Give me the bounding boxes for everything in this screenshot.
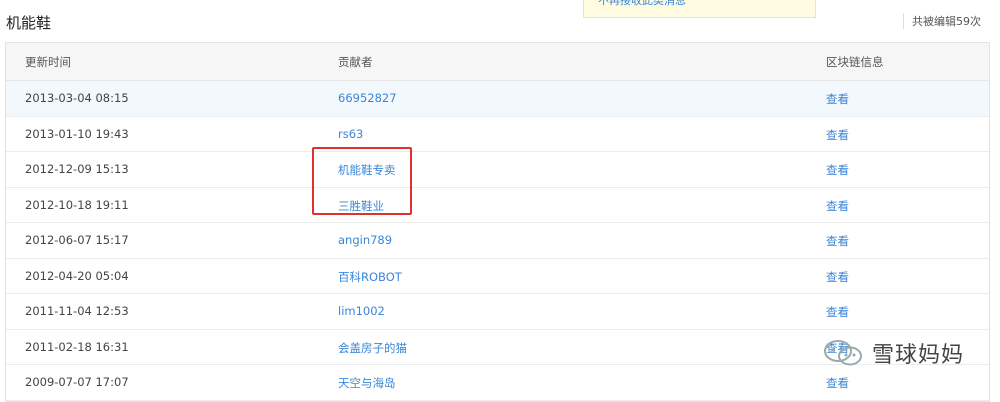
page-title: 机能鞋 <box>6 14 52 32</box>
wechat-icon <box>824 340 862 366</box>
view-blockchain-link[interactable]: 查看 <box>826 91 849 107</box>
contributor-link[interactable]: 天空与海岛 <box>338 375 396 391</box>
view-blockchain-link[interactable]: 查看 <box>826 162 849 178</box>
contributor-link[interactable]: angin789 <box>338 233 392 247</box>
view-blockchain-link[interactable]: 查看 <box>826 269 849 285</box>
edit-count: 共被编辑59次 <box>903 13 981 29</box>
update-time: 2012-10-18 19:11 <box>25 197 129 212</box>
contributor-link[interactable]: 百科ROBOT <box>338 269 402 285</box>
table-row: 2011-11-04 12:53 lim1002 查看 <box>6 294 989 330</box>
view-blockchain-link[interactable]: 查看 <box>826 233 849 249</box>
header-blockchain-info: 区块链信息 <box>826 55 884 69</box>
table-row: 2012-10-18 19:11 三胜鞋业 查看 <box>6 188 989 223</box>
contributor-link[interactable]: rs63 <box>338 127 363 141</box>
table-row: 2013-01-10 19:43 rs63 查看 <box>6 117 989 152</box>
update-time: 2012-12-09 15:13 <box>25 162 129 176</box>
contributor-link[interactable]: 会盖房子的猫 <box>338 340 407 356</box>
table-row: 2012-12-09 15:13 机能鞋专卖 查看 <box>6 152 989 188</box>
watermark-text: 雪球妈妈 <box>872 343 965 368</box>
view-blockchain-link[interactable]: 查看 <box>826 304 849 320</box>
table-row: 2012-06-07 15:17 angin789 查看 <box>6 223 989 259</box>
view-blockchain-link[interactable]: 查看 <box>826 375 849 391</box>
table-row: 2013-03-04 08:15 66952827 查看 <box>6 81 989 117</box>
header-update-time: 更新时间 <box>25 55 71 69</box>
view-blockchain-link[interactable]: 查看 <box>826 198 849 214</box>
table-row: 2009-07-07 17:07 天空与海岛 查看 <box>6 365 989 401</box>
highlight-box <box>312 147 412 215</box>
update-time: 2011-11-04 12:53 <box>25 304 129 318</box>
contributor-link[interactable]: lim1002 <box>338 304 385 318</box>
update-time: 2011-02-18 16:31 <box>25 339 129 354</box>
notice-text[interactable]: 不再接收此类消息 <box>598 0 686 8</box>
watermark: 雪球妈妈 <box>822 338 964 368</box>
update-time: 2012-06-07 15:17 <box>25 233 129 247</box>
update-time: 2013-01-10 19:43 <box>25 126 129 141</box>
view-blockchain-link[interactable]: 查看 <box>826 127 849 143</box>
update-time: 2012-04-20 05:04 <box>25 268 129 283</box>
update-time: 2013-03-04 08:15 <box>25 91 129 105</box>
update-time: 2009-07-07 17:07 <box>25 375 129 389</box>
table-header: 更新时间 贡献者 区块链信息 <box>6 43 989 81</box>
header-contributor: 贡献者 <box>338 55 373 69</box>
notice-banner: 不再接收此类消息 <box>583 0 816 18</box>
table-row: 2012-04-20 05:04 百科ROBOT 查看 <box>6 259 989 294</box>
contributor-link[interactable]: 66952827 <box>338 91 397 105</box>
